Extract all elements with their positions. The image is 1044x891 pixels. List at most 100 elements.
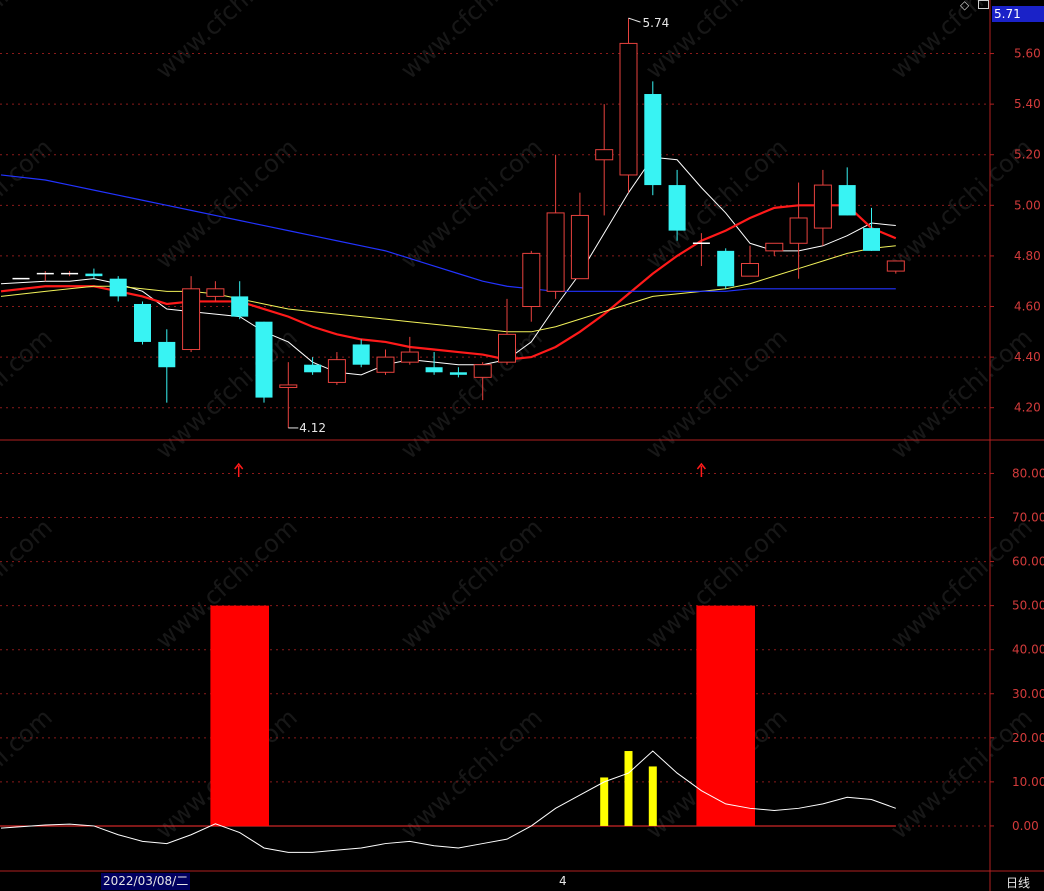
candle-body <box>85 273 103 277</box>
watermark-text: www.cfchi.com <box>395 513 547 654</box>
candle-body <box>134 303 151 342</box>
candle <box>36 271 54 282</box>
watermark-text: www.cfchi.com <box>150 133 302 274</box>
indicator-tick-label: 20.00 <box>1012 731 1044 745</box>
candle-body <box>109 278 127 297</box>
price-tick-label: 5.40 <box>1014 97 1041 111</box>
candle <box>449 367 467 378</box>
candle <box>231 281 249 320</box>
candle-body <box>765 242 784 252</box>
candle-body <box>741 263 759 277</box>
candle <box>741 245 759 277</box>
indicator-tick-label: 30.00 <box>1012 687 1044 701</box>
watermark-text: www.cfchi.com <box>0 323 58 464</box>
candle <box>255 321 273 403</box>
candle <box>279 362 298 428</box>
candle <box>158 329 176 403</box>
candle <box>400 336 419 365</box>
candle-body <box>863 228 880 251</box>
candle <box>182 276 201 353</box>
indicator-tick-label: 80.00 <box>1012 466 1044 480</box>
candle-body <box>425 367 443 373</box>
candle-body <box>255 321 273 398</box>
low-price-label: 4.12 <box>299 421 326 435</box>
watermark-text: www.cfchi.com <box>395 0 547 84</box>
candle <box>206 281 225 302</box>
candle-body <box>619 42 638 176</box>
current-price-badge: 5.71 <box>992 6 1044 22</box>
candle <box>109 276 127 302</box>
up-arrow-icon <box>696 462 706 477</box>
chart-canvas: www.cfchi.com www.cfchi.com www.cfchi.com w… <box>0 0 1044 891</box>
candle <box>425 352 443 375</box>
signal-bar <box>210 605 269 826</box>
candle-body <box>886 260 905 272</box>
candle <box>595 104 614 216</box>
candle <box>717 248 735 289</box>
candle-body <box>717 250 735 287</box>
candle <box>789 182 808 279</box>
candle-body <box>668 185 686 231</box>
candle-body <box>279 384 298 388</box>
candle <box>863 207 880 251</box>
candle-body <box>789 217 808 244</box>
candle-body <box>400 351 419 363</box>
indicator-tick-label: 70.00 <box>1012 511 1044 525</box>
indicator-tick-label: 50.00 <box>1012 599 1044 613</box>
month-tick-label: 4 <box>559 874 567 888</box>
candle-body <box>522 252 541 308</box>
candle-body <box>498 333 516 363</box>
price-tick-label: 4.40 <box>1014 350 1041 364</box>
candle-body <box>327 359 346 383</box>
candle <box>304 357 322 375</box>
restore-icon[interactable] <box>978 0 989 9</box>
watermark-text: www.cfchi.com <box>0 703 58 844</box>
indicator-tick-label: 40.00 <box>1012 643 1044 657</box>
price-tick-label: 4.80 <box>1014 249 1041 263</box>
candle-body <box>182 288 201 351</box>
candle <box>522 250 541 322</box>
candle-body <box>352 344 370 365</box>
cursor-date-label: 2022/03/08/二 <box>101 873 191 890</box>
candle-body <box>449 372 467 375</box>
watermark-text: www.cfchi.com <box>395 703 547 844</box>
indicator-tick-label: 60.00 <box>1012 555 1044 569</box>
candle-body <box>546 212 565 292</box>
candle-body <box>595 149 614 161</box>
candle-body <box>376 356 395 373</box>
candle-body <box>206 288 225 297</box>
candle <box>61 271 79 277</box>
small-bar <box>624 751 633 826</box>
candle-body <box>838 185 856 216</box>
watermark-text: www.cfchi.com <box>0 0 58 84</box>
diamond-icon[interactable]: ◇ <box>960 0 969 12</box>
price-tick-label: 5.60 <box>1014 47 1041 61</box>
watermark-text: www.cfchi.com <box>885 513 1037 654</box>
candle <box>134 301 151 345</box>
candle-body <box>231 296 249 317</box>
watermark-text: www.cfchi.com <box>150 0 302 84</box>
price-tick-label: 5.00 <box>1014 198 1041 212</box>
small-bar <box>600 777 609 826</box>
period-label[interactable]: 日线 <box>1006 874 1030 891</box>
high-pointer <box>628 17 641 23</box>
small-bar <box>648 766 657 826</box>
candle <box>352 339 370 368</box>
price-tick-label: 4.20 <box>1014 401 1041 415</box>
candle <box>546 154 565 299</box>
candle <box>813 169 832 246</box>
candle <box>376 349 395 375</box>
price-tick-label: 5.20 <box>1014 148 1041 162</box>
candle-body <box>158 341 176 368</box>
candle-body <box>644 94 662 186</box>
candle-body <box>813 184 832 229</box>
watermark-layer: www.cfchi.com www.cfchi.com www.cfchi.com w… <box>0 0 1038 844</box>
candle <box>619 18 638 193</box>
candle <box>570 192 589 280</box>
candle-body <box>473 364 492 378</box>
candle <box>838 167 856 216</box>
watermark-text: www.cfchi.com <box>395 323 547 464</box>
candle <box>668 169 686 241</box>
candle <box>765 242 784 256</box>
candle-body <box>570 214 589 280</box>
